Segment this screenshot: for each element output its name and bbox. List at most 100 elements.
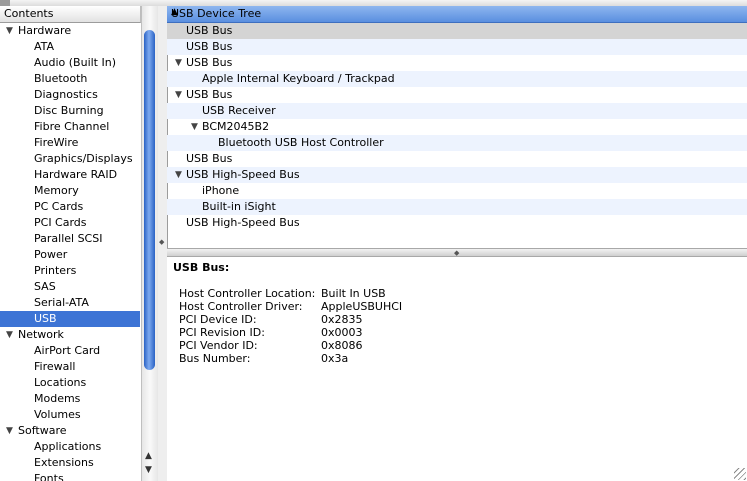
sidebar-item-label: AirPort Card (34, 344, 101, 357)
sidebar-item-label: FireWire (34, 136, 79, 149)
sidebar-item[interactable]: ATA (0, 39, 140, 55)
device-tree-row-label: Built-in iSight (202, 200, 276, 213)
detail-row: Host Controller Driver: AppleUSBUHCI (179, 300, 579, 313)
device-tree-header[interactable]: USB Device Tree ▲ (167, 6, 747, 23)
sidebar-item-label: SAS (34, 280, 56, 293)
sidebar-item[interactable]: Volumes (0, 407, 140, 423)
sidebar-item[interactable]: Disc Burning (0, 103, 140, 119)
disclosure-triangle-icon[interactable]: ▼ (175, 167, 182, 183)
sidebar-item-label: Diagnostics (34, 88, 98, 101)
sidebar-item[interactable]: Power (0, 247, 140, 263)
detail-row: PCI Revision ID: 0x0003 (179, 326, 579, 339)
contents-header[interactable]: Contents (0, 6, 141, 23)
sidebar-item-label: Audio (Built In) (34, 56, 117, 69)
detail-value: AppleUSBUHCI (321, 300, 403, 313)
sidebar-item-label: Locations (34, 376, 87, 389)
sidebar-item[interactable]: Modems (0, 391, 140, 407)
splitter-grip-icon: ◆ (159, 238, 165, 246)
sidebar-item-label: Network (18, 328, 64, 341)
disclosure-triangle-icon[interactable]: ▼ (6, 23, 13, 39)
device-tree-row-label: USB Receiver (202, 104, 276, 117)
device-tree-row[interactable]: Bluetooth USB Host Controller (167, 135, 747, 151)
sidebar-item-label: Bluetooth (34, 72, 88, 85)
sidebar-item[interactable]: Applications (0, 439, 140, 455)
resize-grip-icon[interactable] (734, 468, 746, 480)
sidebar-item[interactable]: Bluetooth (0, 71, 140, 87)
sidebar-item[interactable]: AirPort Card (0, 343, 140, 359)
sidebar-item-label: Printers (34, 264, 77, 277)
device-pane: USB Device Tree ▲ USB Bus USB Bus ▼ USB Bus… (167, 6, 747, 481)
sidebar-item[interactable]: PCI Cards (0, 215, 140, 231)
sidebar-item[interactable]: Graphics/Displays (0, 151, 140, 167)
sidebar-item[interactable]: Printers (0, 263, 140, 279)
device-tree-row[interactable]: iPhone (167, 183, 747, 199)
sidebar-item-label: ATA (34, 40, 55, 53)
detail-key: PCI Vendor ID: (179, 339, 258, 352)
device-tree-row[interactable]: USB Bus (167, 39, 747, 55)
detail-key: Bus Number: (179, 352, 251, 365)
sidebar-item-label: Fibre Channel (34, 120, 110, 133)
device-tree-row[interactable]: Apple Internal Keyboard / Trackpad (167, 71, 747, 87)
disclosure-triangle-icon[interactable]: ▼ (175, 87, 182, 103)
category-network[interactable]: ▼ Network (0, 327, 140, 343)
device-tree-row[interactable]: ▼ USB Bus (167, 55, 747, 71)
device-tree-row-label: USB High-Speed Bus (186, 168, 300, 181)
device-tree-row[interactable]: ▼ BCM2045B2 (167, 119, 747, 135)
disclosure-triangle-icon[interactable]: ▼ (175, 55, 182, 71)
sidebar-item[interactable]: Memory (0, 183, 140, 199)
pane-splitter-horizontal[interactable]: ◆ (167, 248, 747, 257)
sidebar-item[interactable]: Fibre Channel (0, 119, 140, 135)
device-tree-row-label: Bluetooth USB Host Controller (218, 136, 384, 149)
sidebar-item[interactable]: Serial-ATA (0, 295, 140, 311)
sort-ascending-icon: ▲ (171, 7, 178, 17)
category-software[interactable]: ▼ Software (0, 423, 140, 439)
sidebar-item[interactable]: FireWire (0, 135, 140, 151)
detail-value: 0x0003 (321, 326, 363, 339)
device-tree-row[interactable]: USB Bus (167, 23, 747, 39)
sidebar-item-label: Extensions (34, 456, 94, 469)
device-tree-row-label: USB Bus (186, 56, 233, 69)
sidebar-item[interactable]: Firewall (0, 359, 140, 375)
detail-value: 0x2835 (321, 313, 363, 326)
scroll-down-arrow-icon[interactable]: ▼ (145, 465, 152, 475)
device-tree-row-label: iPhone (202, 184, 240, 197)
sidebar-item[interactable]: Fonts (0, 471, 140, 481)
disclosure-triangle-icon[interactable]: ▼ (6, 327, 13, 343)
detail-row: Bus Number: 0x3a (179, 352, 579, 365)
disclosure-triangle-icon[interactable]: ▼ (191, 119, 198, 135)
device-tree-row[interactable]: USB Receiver (167, 103, 747, 119)
category-hardware[interactable]: ▼ Hardware (0, 23, 140, 39)
sidebar-item-label: PCI Cards (34, 216, 87, 229)
usb-device-tree: USB Bus USB Bus ▼ USB Bus Apple Internal Key… (167, 23, 747, 247)
sidebar-item[interactable]: Parallel SCSI (0, 231, 140, 247)
sidebar-item-label: Disc Burning (34, 104, 104, 117)
sidebar-item[interactable]: PC Cards (0, 199, 140, 215)
sidebar-item[interactable]: Locations (0, 375, 140, 391)
sidebar-item-label: Firewall (34, 360, 76, 373)
sidebar-item[interactable]: Extensions (0, 455, 140, 471)
sidebar-item-label: Power (34, 248, 68, 261)
device-tree-row[interactable]: USB Bus (167, 151, 747, 167)
sidebar-item[interactable]: Hardware RAID (0, 167, 140, 183)
sidebar-item-label: Graphics/Displays (34, 152, 133, 165)
sidebar-item[interactable]: Audio (Built In) (0, 55, 140, 71)
disclosure-triangle-icon[interactable]: ▼ (6, 423, 13, 439)
contents-scrollbar[interactable]: ▲ ▼ (141, 6, 158, 481)
device-tree-row-label: USB Bus (186, 152, 233, 165)
sidebar-item[interactable]: USB (0, 311, 140, 327)
detail-row: Host Controller Location: Built In USB (179, 287, 579, 300)
detail-key: Host Controller Driver: (179, 300, 303, 313)
sidebar-item[interactable]: SAS (0, 279, 140, 295)
device-tree-row[interactable]: USB High-Speed Bus (167, 215, 747, 231)
detail-title: USB Bus: (173, 261, 230, 274)
device-tree-row[interactable]: ▼ USB Bus (167, 87, 747, 103)
device-tree-row[interactable]: Built-in iSight (167, 199, 747, 215)
sidebar-item-label: PC Cards (34, 200, 84, 213)
contents-pane: Contents ▼ Hardware ATA Audio (Built In) Blu… (0, 6, 159, 481)
scroll-up-arrow-icon[interactable]: ▲ (145, 451, 152, 461)
device-tree-row-label: Apple Internal Keyboard / Trackpad (202, 72, 395, 85)
device-tree-row[interactable]: ▼ USB High-Speed Bus (167, 167, 747, 183)
scrollbar-thumb[interactable] (144, 30, 155, 370)
device-tree-row-label: USB Bus (186, 24, 233, 37)
sidebar-item[interactable]: Diagnostics (0, 87, 140, 103)
